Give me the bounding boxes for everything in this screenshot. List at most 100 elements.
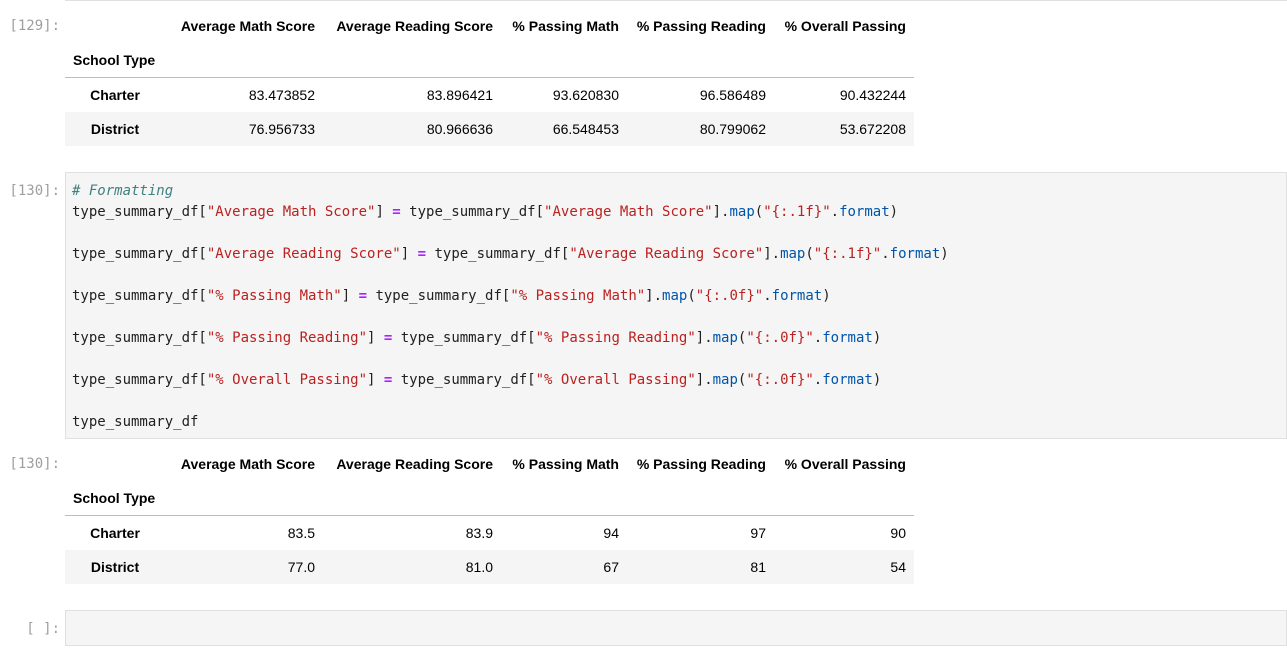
column-header: Average Math Score xyxy=(180,18,315,34)
code-line: type_summary_df xyxy=(72,414,199,430)
empty-header xyxy=(323,43,501,78)
code-string: "% Overall Passing" xyxy=(206,372,368,388)
code-text[interactable]: # Formatting type_summary_df["Average Mat… xyxy=(66,173,1286,441)
code-line: type_summary_df["% Passing Reading"] = t… xyxy=(72,328,1280,349)
table-cell: 83.473852 xyxy=(248,87,315,103)
empty-header xyxy=(165,43,323,78)
table-cell: 96.586489 xyxy=(699,87,766,103)
code-token: type_summary_df[ xyxy=(72,246,207,262)
code-cell-editor[interactable]: # Formatting type_summary_df["Average Mat… xyxy=(65,172,1287,439)
code-token: ]. xyxy=(645,288,663,304)
column-header: Average Math Score xyxy=(180,456,315,472)
code-string: "% Passing Reading" xyxy=(206,330,368,346)
code-function: format xyxy=(889,246,941,262)
row-label: District xyxy=(90,559,140,575)
index-name-row: School Type xyxy=(65,481,914,516)
code-operator: = xyxy=(417,246,427,262)
code-function: format xyxy=(771,288,823,304)
code-string: "{:.1f}" xyxy=(813,246,882,262)
code-string: "Average Reading Score" xyxy=(206,246,401,262)
row-label: District xyxy=(90,121,140,137)
code-string: "{:.1f}" xyxy=(763,204,831,220)
index-name: School Type xyxy=(65,481,165,516)
code-operator: = xyxy=(358,288,368,304)
code-token: ] xyxy=(375,204,393,220)
output-prompt: [129]: xyxy=(9,18,60,34)
table-cell: 80.799062 xyxy=(699,121,766,137)
table-cell: 90.432244 xyxy=(839,87,906,103)
table-row: Charter 83.5 83.9 94 97 90 xyxy=(65,515,914,550)
code-function: format xyxy=(822,372,873,388)
code-token: ] xyxy=(367,330,384,346)
table-cell: 67 xyxy=(603,559,619,575)
code-token: ]. xyxy=(712,204,730,220)
code-string: "{:.0f}" xyxy=(746,330,814,346)
input-prompt: [130]: xyxy=(9,183,60,199)
empty-header xyxy=(627,43,774,78)
column-header: % Overall Passing xyxy=(784,456,906,472)
index-name: School Type xyxy=(65,43,165,78)
table-cell: 66.548453 xyxy=(552,121,619,137)
code-text[interactable] xyxy=(66,611,1286,627)
code-token: ]. xyxy=(695,372,713,388)
empty-header xyxy=(165,481,323,516)
empty-header xyxy=(774,481,914,516)
table-cell: 80.966636 xyxy=(426,121,493,137)
code-function: format xyxy=(822,330,873,346)
column-header: % Overall Passing xyxy=(784,18,906,34)
table-cell: 83.896421 xyxy=(426,87,493,103)
table-cell: 83.5 xyxy=(287,525,315,541)
column-header: % Passing Math xyxy=(512,18,619,34)
empty-header xyxy=(501,481,627,516)
code-string: "% Passing Math" xyxy=(206,288,342,304)
output-area: Average Math Score Average Reading Score… xyxy=(65,9,914,146)
code-function: map xyxy=(712,330,738,346)
table-cell: 81.0 xyxy=(465,559,493,575)
code-token: ) xyxy=(872,372,882,388)
code-line: type_summary_df["Average Reading Score"]… xyxy=(72,244,1280,265)
code-string: "Average Math Score" xyxy=(206,204,376,220)
code-string: "Average Math Score" xyxy=(544,204,713,220)
code-token: . xyxy=(830,204,840,220)
code-token: . xyxy=(881,246,890,262)
table-cell: 76.956733 xyxy=(248,121,315,137)
code-token: type_summary_df[ xyxy=(72,288,207,304)
index-name-row: School Type xyxy=(65,43,914,78)
code-string: "% Overall Passing" xyxy=(535,372,696,388)
code-token: ( xyxy=(754,204,764,220)
empty-header xyxy=(501,43,627,78)
corner-cell xyxy=(65,447,165,481)
code-line: type_summary_df["Average Math Score"] = … xyxy=(72,202,1280,223)
empty-code-cell[interactable] xyxy=(65,610,1287,646)
table-row: Charter 83.473852 83.896421 93.620830 96… xyxy=(65,77,914,112)
code-line: type_summary_df["% Passing Math"] = type… xyxy=(72,286,1280,307)
code-token: ) xyxy=(822,288,831,304)
code-string: "{:.0f}" xyxy=(695,288,764,304)
column-header: % Passing Math xyxy=(512,456,619,472)
code-token: type_summary_df[ xyxy=(72,330,207,346)
code-function: map xyxy=(729,204,755,220)
table-cell: 81 xyxy=(750,559,766,575)
code-token: type_summary_df[ xyxy=(72,372,207,388)
output-prompt: [130]: xyxy=(9,456,60,472)
column-header: Average Reading Score xyxy=(336,456,493,472)
code-line: type_summary_df["% Overall Passing"] = t… xyxy=(72,370,1280,391)
code-token: ) xyxy=(872,330,882,346)
input-prompt: [ ]: xyxy=(26,621,60,637)
table-cell: 77.0 xyxy=(287,559,315,575)
column-header: Average Reading Score xyxy=(336,18,493,34)
code-string: "Average Reading Score" xyxy=(569,246,764,262)
row-label: Charter xyxy=(90,525,140,541)
empty-header xyxy=(627,481,774,516)
code-token: type_summary_df[ xyxy=(367,288,511,304)
code-token: type_summary_df[ xyxy=(426,246,570,262)
corner-cell xyxy=(65,9,165,43)
code-token: type_summary_df[ xyxy=(400,204,545,220)
table-row: District 76.956733 80.966636 66.548453 8… xyxy=(65,112,914,146)
empty-header xyxy=(774,43,914,78)
code-token: . xyxy=(763,288,772,304)
code-token: type_summary_df[ xyxy=(392,330,536,346)
table-cell: 94 xyxy=(603,525,619,541)
